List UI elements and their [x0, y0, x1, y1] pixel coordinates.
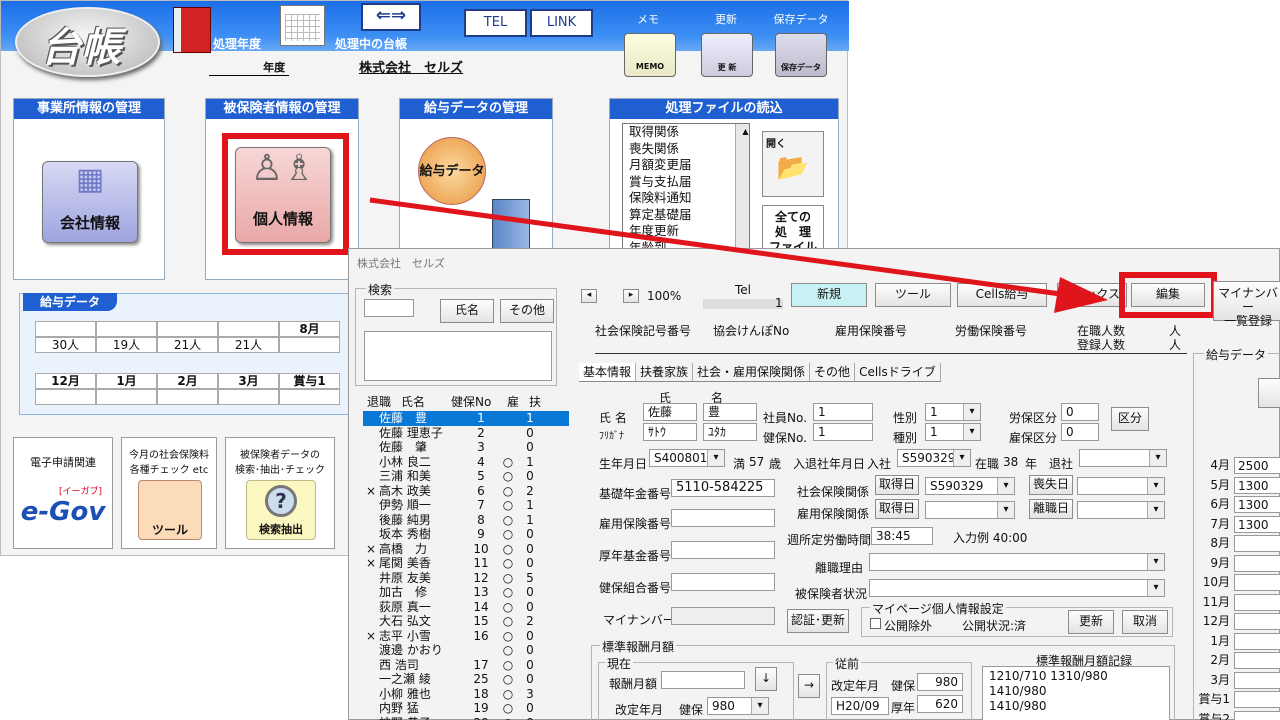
- arrow-shaft: [369, 197, 1069, 298]
- arrow-head: [1054, 277, 1108, 313]
- pointer-arrow: [369, 197, 1108, 313]
- screen: 台帳 処理年度 処理中の台帳 ⇐⇒ TEL LINK メモ MEMO 更新 更 …: [0, 0, 1280, 720]
